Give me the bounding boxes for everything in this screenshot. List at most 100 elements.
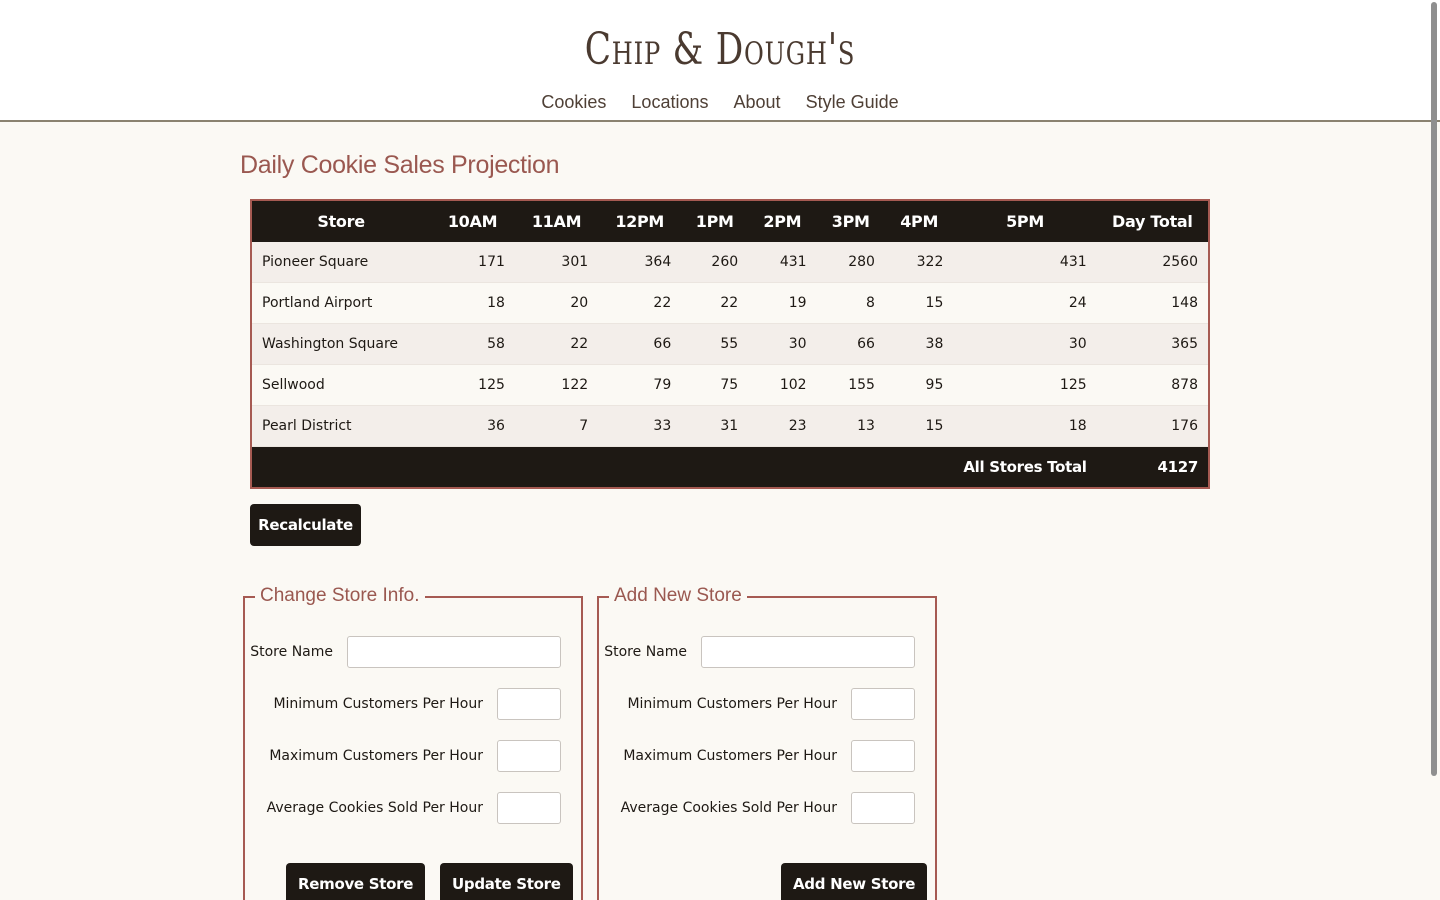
min-customers-label: Minimum Customers Per Hour [273, 696, 483, 712]
hourly-sales-cell: 58 [430, 323, 515, 365]
hourly-sales-cell: 22 [598, 282, 682, 324]
hourly-sales-cell: 22 [514, 323, 599, 365]
add-store-form: Add New Store Store Name Minimum Custome… [597, 584, 937, 900]
hourly-sales-cell: 15 [884, 282, 954, 324]
nav-link-cookies[interactable]: Cookies [541, 92, 606, 112]
footer-spacer [252, 446, 954, 487]
add-store-name-row: Store Name [604, 636, 915, 668]
hourly-sales-cell: 7 [514, 405, 599, 447]
add-min-customers-input[interactable] [851, 688, 915, 720]
column-header-12pm: 12PM [598, 201, 682, 242]
store-name-cell: Portland Airport [252, 282, 431, 324]
change-store-name-input[interactable] [347, 636, 561, 668]
hourly-sales-cell: 8 [816, 282, 885, 324]
site-logo[interactable]: Chip & Dough's [158, 22, 1281, 78]
column-header-1pm: 1PM [681, 201, 749, 242]
hourly-sales-cell: 95 [884, 364, 954, 406]
site-header: Chip & Dough's Cookies Locations About S… [0, 0, 1440, 122]
min-customers-label: Minimum Customers Per Hour [627, 696, 837, 712]
hourly-sales-cell: 18 [430, 282, 515, 324]
nav-link-style-guide[interactable]: Style Guide [806, 92, 899, 112]
change-min-customers-input[interactable] [497, 688, 561, 720]
hourly-sales-cell: 24 [953, 282, 1097, 324]
store-name-cell: Sellwood [252, 364, 431, 406]
store-name-label: Store Name [604, 644, 687, 660]
hourly-sales-cell: 122 [514, 364, 599, 406]
update-store-button[interactable]: Update Store [440, 863, 573, 900]
column-header-2pm: 2PM [748, 201, 817, 242]
add-store-legend: Add New Store [609, 584, 747, 608]
add-avg-row: Average Cookies Sold Per Hour [621, 792, 915, 824]
hourly-sales-cell: 15 [884, 405, 954, 447]
max-customers-label: Maximum Customers Per Hour [269, 748, 483, 764]
day-total-cell: 176 [1096, 405, 1208, 447]
hourly-sales-cell: 102 [748, 364, 817, 406]
table-row: Washington Square 58 22 66 55 30 66 38 30 365 [252, 323, 1208, 365]
column-header-store: Store [252, 201, 431, 242]
hourly-sales-cell: 125 [953, 364, 1097, 406]
hourly-sales-cell: 322 [884, 242, 954, 283]
change-store-legend: Change Store Info. [255, 584, 425, 608]
hourly-sales-cell: 22 [681, 282, 749, 324]
hourly-sales-cell: 20 [514, 282, 599, 324]
hourly-sales-cell: 66 [816, 323, 885, 365]
nav-link-locations[interactable]: Locations [631, 92, 708, 112]
hourly-sales-cell: 301 [514, 242, 599, 283]
hourly-sales-cell: 30 [748, 323, 817, 365]
add-new-store-button[interactable]: Add New Store [781, 863, 928, 900]
table-row: Pioneer Square 171 301 364 260 431 280 322 431 25… [252, 242, 1208, 283]
hourly-sales-cell: 260 [681, 242, 749, 283]
add-max-row: Maximum Customers Per Hour [623, 740, 915, 772]
hourly-sales-cell: 36 [430, 405, 515, 447]
hourly-sales-cell: 55 [681, 323, 749, 365]
table-body: Pioneer Square 171 301 364 260 431 280 322 431 25… [252, 242, 1208, 447]
hourly-sales-cell: 18 [953, 405, 1097, 447]
day-total-cell: 878 [1096, 364, 1208, 406]
store-name-cell: Washington Square [252, 323, 431, 365]
main-nav: Cookies Locations About Style Guide [0, 88, 1440, 116]
change-max-customers-input[interactable] [497, 740, 561, 772]
table-footer-row: All Stores Total 4127 [252, 446, 1208, 487]
hourly-sales-cell: 280 [816, 242, 885, 283]
column-header-day-total: Day Total [1096, 201, 1208, 242]
add-store-name-input[interactable] [701, 636, 915, 668]
all-stores-total-label: All Stores Total [953, 446, 1097, 487]
store-name-cell: Pioneer Square [252, 242, 431, 283]
hourly-sales-cell: 30 [953, 323, 1097, 365]
change-store-form: Change Store Info. Store Name Minimum Cu… [243, 584, 583, 900]
recalculate-button[interactable]: Recalculate [250, 504, 361, 546]
change-avg-cookies-input[interactable] [497, 792, 561, 824]
hourly-sales-cell: 431 [953, 242, 1097, 283]
store-name-cell: Pearl District [252, 405, 431, 447]
column-header-11am: 11AM [514, 201, 599, 242]
scrollbar-thumb[interactable] [1431, 2, 1437, 776]
remove-store-button[interactable]: Remove Store [286, 863, 426, 900]
hourly-sales-cell: 33 [598, 405, 682, 447]
hourly-sales-cell: 364 [598, 242, 682, 283]
hourly-sales-cell: 155 [816, 364, 885, 406]
hourly-sales-cell: 125 [430, 364, 515, 406]
avg-cookies-label: Average Cookies Sold Per Hour [266, 800, 483, 816]
nav-link-about[interactable]: About [734, 92, 781, 112]
hourly-sales-cell: 75 [681, 364, 749, 406]
day-total-cell: 2560 [1096, 242, 1208, 283]
page: Chip & Dough's Cookies Locations About S… [0, 0, 1440, 900]
add-min-row: Minimum Customers Per Hour [627, 688, 915, 720]
add-max-customers-input[interactable] [851, 740, 915, 772]
hourly-sales-cell: 23 [748, 405, 817, 447]
table-row: Pearl District 36 7 33 31 23 13 15 18 176 [252, 405, 1208, 447]
hourly-sales-cell: 13 [816, 405, 885, 447]
hourly-sales-cell: 79 [598, 364, 682, 406]
page-title: Daily Cookie Sales Projection [240, 151, 560, 179]
store-name-label: Store Name [250, 644, 333, 660]
hourly-sales-cell: 431 [748, 242, 817, 283]
page-scrollbar[interactable] [1428, 0, 1440, 900]
day-total-cell: 365 [1096, 323, 1208, 365]
change-min-row: Minimum Customers Per Hour [273, 688, 561, 720]
sales-table-grid: Store 10AM 11AM 12PM 1PM 2PM 3PM 4PM 5PM Day Tota… [252, 201, 1208, 487]
hourly-sales-cell: 31 [681, 405, 749, 447]
table-row: Portland Airport 18 20 22 22 19 8 15 24 148 [252, 282, 1208, 324]
add-avg-cookies-input[interactable] [851, 792, 915, 824]
day-total-cell: 148 [1096, 282, 1208, 324]
avg-cookies-label: Average Cookies Sold Per Hour [620, 800, 837, 816]
